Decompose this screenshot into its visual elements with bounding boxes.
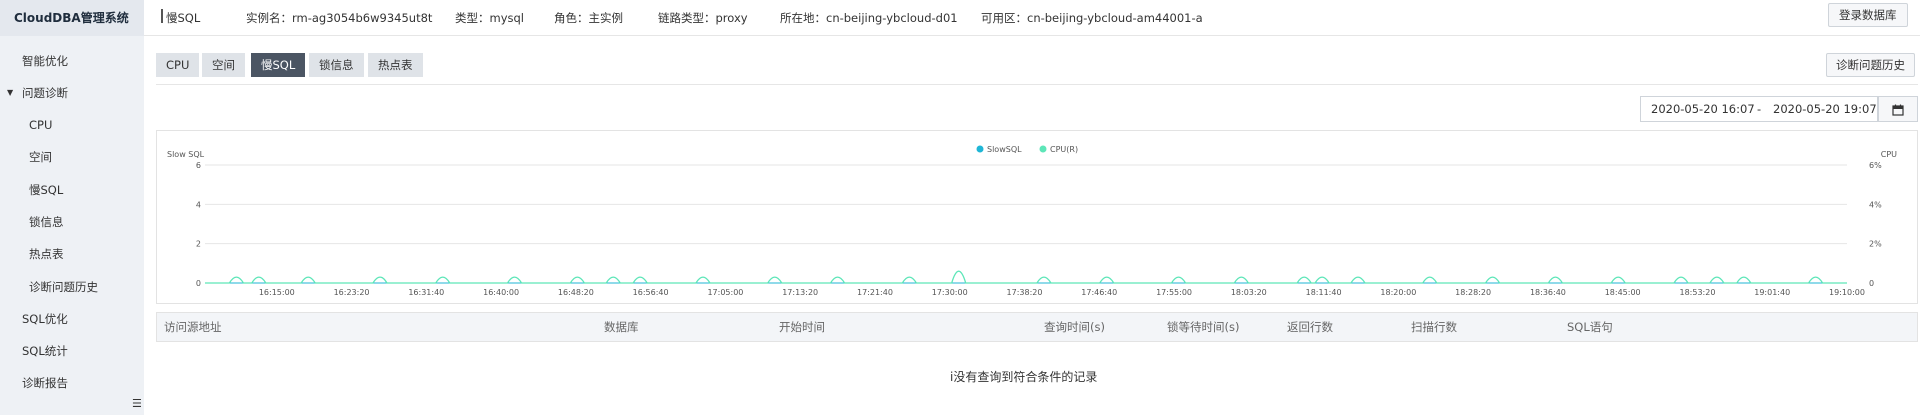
date-separator: - [1757,102,1762,116]
date-range-picker[interactable]: 2020-05-20 16:07 - 2020-05-20 19:07 [1640,96,1878,122]
caret-down-icon: ▼ [7,88,14,97]
x-tick-label: 19:01:40 [1754,288,1790,297]
x-tick-label: 18:03:20 [1231,288,1267,297]
column-header-start-time[interactable]: 开始时间 [779,313,825,341]
tab-slow-sql[interactable]: 慢SQL [251,53,306,77]
slow-sql-chart: Slow SQL CPU 6 6% 4 4% 2 2% 0 0 16:15:00 16:23:20 16… [156,130,1918,304]
column-header-source[interactable]: 访问源地址 [164,313,222,341]
sidebar-item-label: 热点表 [29,247,64,261]
sidebar-item-hot-tables[interactable]: 热点表 [0,243,144,265]
sidebar-item-diagnosis-history[interactable]: 诊断问题历史 [0,276,144,298]
chart-svg: Slow SQL CPU 6 6% 4 4% 2 2% 0 0 16:15:00 16:23:20 16… [167,145,1897,297]
x-tick-label: 17:46:40 [1081,288,1117,297]
x-tick-label: 18:11:40 [1306,288,1342,297]
x-tick-label: 18:36:40 [1530,288,1566,297]
date-end: 2020-05-20 19:07 [1773,102,1877,116]
column-header-database[interactable]: 数据库 [604,313,639,341]
location: 所在地：cn-beijing-ybcloud-d01 [780,11,958,25]
x-tick-label: 16:23:20 [334,288,370,297]
sidebar-item-smart-optimize[interactable]: 智能优化 [0,50,144,72]
instance-name: 实例名：rm-ag3054b6w9345ut8t [246,11,433,25]
legend-label-cpu: CPU(R) [1050,145,1078,154]
legend-label-slowsql: SlowSQL [987,145,1022,154]
legend-marker-slowsql [976,145,984,153]
y-tick-label-right: 6% [1869,161,1882,170]
x-tick-label: 17:05:00 [707,288,743,297]
sidebar-item-sql-stats[interactable]: SQL统计 [0,340,144,362]
sidebar-item-label: 锁信息 [29,215,64,229]
tab-hot-tables[interactable]: 热点表 [368,53,423,77]
login-database-button[interactable]: 登录数据库 [1828,3,1908,27]
empty-text: 没有查询到符合条件的记录 [953,370,1098,384]
sidebar-item-label: 问题诊断 [22,86,68,100]
table-header: 访问源地址 数据库 开始时间 查询时间(s) 锁等待时间(s) 返回行数 扫描行… [156,312,1918,342]
column-header-lock-wait[interactable]: 锁等待时间(s) [1167,313,1239,341]
column-header-rows-scanned[interactable]: 扫描行数 [1411,313,1457,341]
instance-role: 角色：主实例 [554,11,623,25]
empty-state: i没有查询到符合条件的记录 [950,368,1097,385]
y-tick-label-right: 4% [1869,200,1882,209]
x-tick-label: 18:20:00 [1380,288,1416,297]
sidebar-item-label: 诊断报告 [22,376,68,390]
sidebar-item-label: 诊断问题历史 [29,280,98,294]
menu-collapse-icon[interactable]: ☰ [132,398,144,410]
sidebar-item-label: SQL优化 [22,312,68,326]
title-marker [161,9,163,23]
y-tick-label-left: 0 [196,279,201,288]
instance-type: 类型：mysql [455,11,524,25]
x-tick-label: 16:56:40 [633,288,669,297]
sidebar-item-label: 慢SQL [29,183,64,197]
sidebar-item-diagnosis-report[interactable]: 诊断报告 [0,372,144,394]
x-tick-label: 17:38:20 [1007,288,1043,297]
x-tick-label: 17:30:00 [932,288,968,297]
x-tick-label: 16:31:40 [408,288,444,297]
sidebar-item-label: 空间 [29,150,52,164]
date-start: 2020-05-20 16:07 [1651,102,1755,116]
y-tick-label-right: 0 [1869,279,1874,288]
x-tick-label: 18:53:20 [1679,288,1715,297]
link-type: 链路类型：proxy [658,11,748,25]
x-tick-label: 16:48:20 [558,288,594,297]
x-tick-label: 16:40:00 [483,288,519,297]
y-tick-label-right: 2% [1869,240,1882,249]
y-tick-label-left: 6 [196,161,201,170]
tab-space[interactable]: 空间 [202,53,245,77]
sidebar-group-diagnosis[interactable]: ▼ 问题诊断 [0,82,144,104]
y-tick-label-left: 2 [196,240,201,249]
tab-lock-info[interactable]: 锁信息 [309,53,364,77]
app-title: CloudDBA管理系统 [0,0,144,36]
x-tick-label: 17:55:00 [1156,288,1192,297]
sidebar: CloudDBA管理系统 智能优化 ▼ 问题诊断 CPU 空间 慢SQL 锁信息… [0,0,144,415]
diagnosis-history-button[interactable]: 诊断问题历史 [1826,53,1915,77]
x-tick-label: 18:28:20 [1455,288,1491,297]
x-tick-label: 19:10:00 [1829,288,1865,297]
y-axis-title-right: CPU [1881,150,1897,159]
page-title: 慢SQL [166,11,201,25]
divider [156,84,1918,85]
column-header-rows-returned[interactable]: 返回行数 [1287,313,1333,341]
column-header-sql[interactable]: SQL语句 [1567,313,1613,341]
tab-cpu[interactable]: CPU [156,53,200,77]
sidebar-item-space[interactable]: 空间 [0,146,144,168]
sidebar-item-cpu[interactable]: CPU [0,114,144,136]
y-axis-title-left: Slow SQL [167,150,205,159]
sidebar-item-label: SQL统计 [22,344,68,358]
sidebar-item-sql-optimize[interactable]: SQL优化 [0,308,144,330]
availability-zone: 可用区：cn-beijing-ybcloud-am44001-a [981,11,1203,25]
sidebar-item-label: 智能优化 [22,54,68,68]
column-header-query-time[interactable]: 查询时间(s) [1044,313,1105,341]
x-tick-label: 16:15:00 [259,288,295,297]
sidebar-item-label: CPU [29,118,53,132]
x-tick-label: 17:21:40 [857,288,893,297]
x-tick-label: 18:45:00 [1605,288,1641,297]
sidebar-item-slow-sql[interactable]: 慢SQL [0,179,144,201]
header-bar: 慢SQL 实例名：rm-ag3054b6w9345ut8t 类型：mysql 角… [144,0,1920,36]
legend-marker-cpu [1039,145,1047,153]
calendar-icon[interactable] [1878,96,1918,122]
x-tick-label: 17:13:20 [782,288,818,297]
series-line-cpu [205,270,1847,284]
sidebar-item-lock-info[interactable]: 锁信息 [0,211,144,233]
y-tick-label-left: 4 [196,200,201,209]
